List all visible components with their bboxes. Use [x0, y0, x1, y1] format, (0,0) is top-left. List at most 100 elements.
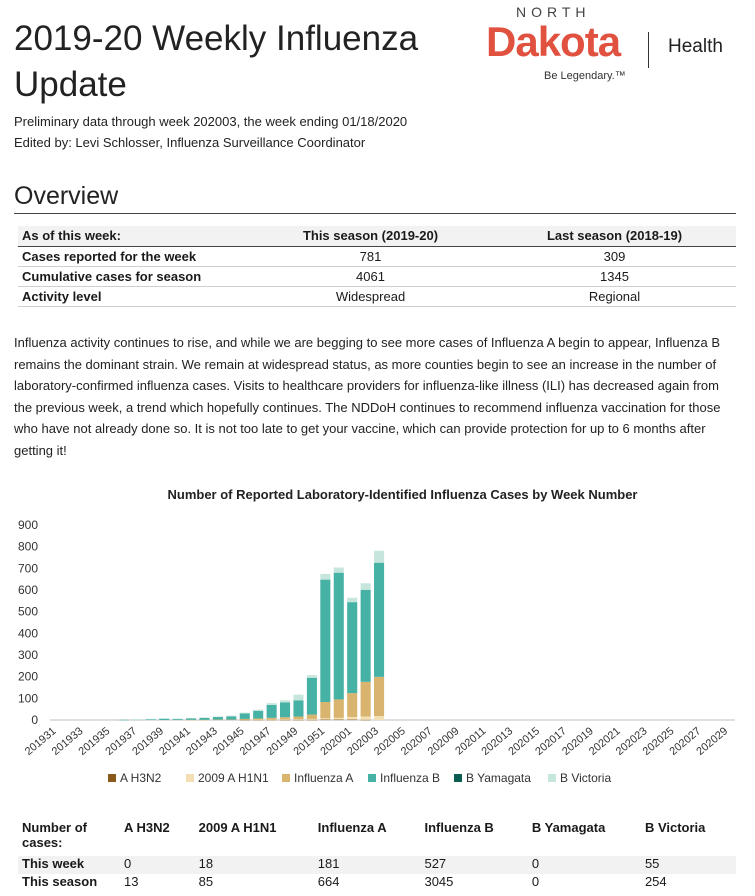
bar-segment: [185, 718, 197, 719]
legend-label: Influenza B: [380, 771, 440, 785]
bar-segment: [239, 718, 250, 720]
y-tick-label: 700: [18, 561, 38, 575]
chart-title: Number of Reported Laboratory-Identified…: [167, 487, 637, 502]
bar-segment: [374, 716, 385, 720]
bar-segment: [333, 717, 344, 720]
logo-divider: [648, 32, 649, 68]
bar-segment: [293, 694, 304, 701]
bar-segment: [306, 719, 317, 721]
bar-segment: [360, 583, 371, 590]
y-tick-label: 800: [18, 540, 38, 554]
bar-segment: [333, 572, 344, 700]
column-header: Number of cases:: [22, 820, 87, 850]
cases-table: Number of cases: A H3N2 2009 A H1N1 Infl…: [18, 818, 736, 892]
y-tick-label: 500: [18, 605, 38, 619]
table-cell: 181: [313, 856, 421, 874]
bar-segment: [306, 677, 317, 715]
bar-segment: [293, 700, 304, 717]
table-cell: 1345: [493, 266, 736, 287]
column-header: B Yamagata: [531, 820, 606, 835]
bar-segment: [159, 718, 170, 719]
bar-segment: [280, 702, 291, 718]
legend-swatch: [186, 774, 194, 782]
bar-segment: [253, 718, 264, 720]
y-tick-label: 200: [18, 670, 38, 684]
bar-segment: [172, 718, 183, 720]
legend-swatch: [108, 774, 116, 782]
table-cell: 18: [194, 856, 314, 874]
y-tick-label: 900: [18, 518, 38, 532]
bar-segment: [132, 719, 143, 720]
table-cell: Widespread: [248, 286, 493, 307]
bar-segment: [280, 719, 291, 721]
logo-health: Health: [668, 36, 723, 57]
table-cell: 0: [531, 874, 540, 889]
bar-segment: [266, 717, 277, 720]
bar-segment: [280, 700, 291, 703]
bar-segment: [320, 573, 331, 580]
table-cell: 85: [198, 874, 214, 889]
table-row: This week 0 18 181 527 0 55: [18, 856, 736, 874]
bar-segment: [360, 589, 371, 682]
table-cell: 55: [640, 856, 736, 874]
bar-segment: [280, 717, 291, 720]
editor-note: Edited by: Levi Schlosser, Influenza Sur…: [14, 135, 366, 150]
bar-segment: [266, 719, 277, 721]
table-row: This season 13 85 664 3045 0 254: [18, 874, 736, 892]
bar-segment: [360, 719, 371, 721]
bar-segment: [253, 719, 264, 721]
legend-label: A H3N2: [120, 771, 162, 785]
logo-dakota: Dakota: [486, 18, 621, 65]
influenza-cases-chart: Number of Reported Laboratory-Identified…: [18, 487, 735, 785]
table-cell: 254: [644, 874, 667, 889]
table-cell: Regional: [493, 286, 736, 307]
bar-segment: [306, 718, 317, 720]
logo-tagline: Be Legendary.™: [544, 70, 626, 82]
table-row: Activity level Widespread Regional: [18, 286, 736, 307]
bar-segment: [280, 719, 291, 720]
y-tick-label: 600: [18, 583, 38, 597]
bar-segment: [226, 719, 237, 721]
bar-segment: [347, 693, 358, 717]
bar-segment: [212, 716, 223, 718]
bar-segment: [253, 709, 264, 711]
nd-health-logo: NORTH Dakota Health Be Legendary.™: [486, 4, 736, 94]
table-cell: 0: [120, 856, 195, 874]
bar-segment: [118, 719, 129, 721]
row-label: Cumulative cases for season: [18, 266, 248, 287]
table-cell: 0: [527, 856, 641, 874]
bar-segment: [159, 718, 170, 720]
y-tick-label: 100: [18, 691, 38, 705]
bar-segment: [145, 718, 156, 720]
bar-segment: [374, 676, 385, 717]
legend-swatch: [454, 774, 462, 782]
bar-segment: [306, 675, 317, 678]
table-cell: 664: [317, 874, 340, 889]
table-cell: 4061: [248, 266, 493, 287]
bar-segment: [333, 567, 344, 573]
legend-label: 2009 A H1N1: [198, 771, 269, 785]
bar-segment: [253, 710, 264, 719]
row-label: Cases reported for the week: [18, 246, 248, 267]
table-cell: 3045: [424, 874, 454, 889]
table-row: Cumulative cases for season 4061 1345: [18, 266, 736, 287]
column-header: Influenza B: [424, 820, 494, 835]
bar-segment: [333, 699, 344, 718]
bar-segment: [293, 719, 304, 720]
bar-segment: [185, 719, 197, 721]
bar-segment: [347, 716, 358, 720]
overview-table: As of this week: This season (2019-20) L…: [18, 226, 736, 307]
table-row: Cases reported for the week 781 309: [18, 246, 736, 267]
table-header-row: As of this week: This season (2019-20) L…: [18, 226, 736, 247]
legend-label: B Yamagata: [466, 771, 531, 785]
legend-swatch: [282, 774, 290, 782]
bar-segment: [212, 716, 223, 720]
bar-segment: [266, 704, 277, 718]
table-cell: 309: [493, 246, 736, 267]
y-tick-label: 400: [18, 626, 38, 640]
legend-label: Influenza A: [294, 771, 353, 785]
row-label: This week: [18, 856, 120, 874]
bar-segment: [293, 716, 304, 720]
column-header: This season (2019-20): [248, 226, 493, 247]
y-tick-label: 0: [31, 713, 38, 727]
